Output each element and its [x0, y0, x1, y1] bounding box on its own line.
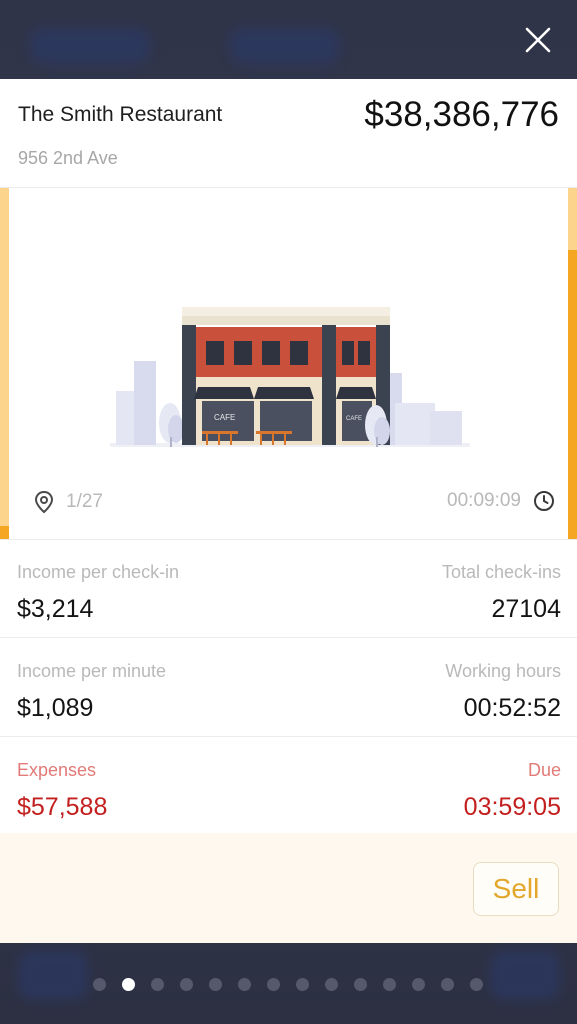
page-dot[interactable]: [441, 978, 454, 991]
image-meta-row: 1/27 00:09:09: [34, 488, 555, 516]
page-dot[interactable]: [412, 978, 425, 991]
close-button[interactable]: [516, 20, 560, 60]
page-dot[interactable]: [93, 978, 106, 991]
backdrop-blob: [30, 28, 150, 64]
page-dot[interactable]: [267, 978, 280, 991]
location-indicator: 1/27: [34, 490, 103, 514]
page-dot[interactable]: [354, 978, 367, 991]
restaurant-name: The Smith Restaurant: [18, 103, 223, 126]
due-label: Due: [527, 760, 561, 780]
page-dot[interactable]: [296, 978, 309, 991]
income-per-minute-value: $1,089: [17, 694, 94, 722]
restaurant-image-area: CAFE CAFE 1/27 00:09:09: [0, 187, 577, 540]
checkin-stats-row: Income per check-in $3,214 Total check-i…: [0, 539, 577, 638]
clock-icon: [534, 491, 554, 511]
location-counter: 1/27: [66, 491, 103, 512]
cafe-sign: CAFE: [214, 413, 235, 422]
timer-indicator: 00:09:09: [447, 490, 555, 512]
right-accent-bar-light: [568, 188, 577, 250]
due-value: 03:59:05: [463, 793, 561, 821]
location-pin-icon: [34, 490, 54, 514]
page-indicator: [93, 978, 483, 991]
income-per-minute-label: Income per minute: [17, 661, 167, 681]
page-dot[interactable]: [151, 978, 164, 991]
backdrop-blob: [490, 950, 560, 1000]
working-hours-label: Working hours: [445, 661, 561, 681]
page-dot[interactable]: [470, 978, 483, 991]
timer-value: 00:09:09: [447, 490, 521, 511]
working-hours-value: 00:52:52: [463, 694, 561, 722]
restaurant-address: 956 2nd Ave: [18, 148, 118, 168]
close-icon: [525, 27, 551, 53]
page-dot[interactable]: [325, 978, 338, 991]
total-checkins-value: 27104: [491, 595, 561, 623]
page-dot[interactable]: [180, 978, 193, 991]
page-dot[interactable]: [238, 978, 251, 991]
page-dot[interactable]: [209, 978, 222, 991]
backdrop-blob: [230, 28, 340, 64]
page-dot[interactable]: [383, 978, 396, 991]
restaurant-price: $38,386,776: [364, 95, 559, 134]
income-per-checkin-label: Income per check-in: [17, 562, 180, 582]
expenses-value: $57,588: [17, 793, 108, 821]
minute-stats-row: Income per minute $1,089 Working hours 0…: [0, 638, 577, 737]
card-header: The Smith Restaurant 956 2nd Ave $38,386…: [0, 79, 577, 187]
sell-button[interactable]: Sell: [473, 862, 559, 916]
expenses-label: Expenses: [17, 760, 97, 780]
cafe-sign: CAFE: [346, 416, 362, 422]
restaurant-detail-card: The Smith Restaurant 956 2nd Ave $38,386…: [0, 79, 577, 943]
card-footer: Sell: [0, 833, 577, 943]
income-per-checkin-value: $3,214: [17, 595, 94, 623]
page-dot[interactable]: [122, 978, 135, 991]
backdrop-blob: [18, 950, 88, 1000]
expenses-row: Expenses $57,588 Due 03:59:05: [0, 737, 577, 835]
restaurant-building-illustration: CAFE CAFE: [110, 307, 470, 447]
left-accent-bar-light: [0, 188, 9, 526]
total-checkins-label: Total check-ins: [441, 562, 561, 582]
